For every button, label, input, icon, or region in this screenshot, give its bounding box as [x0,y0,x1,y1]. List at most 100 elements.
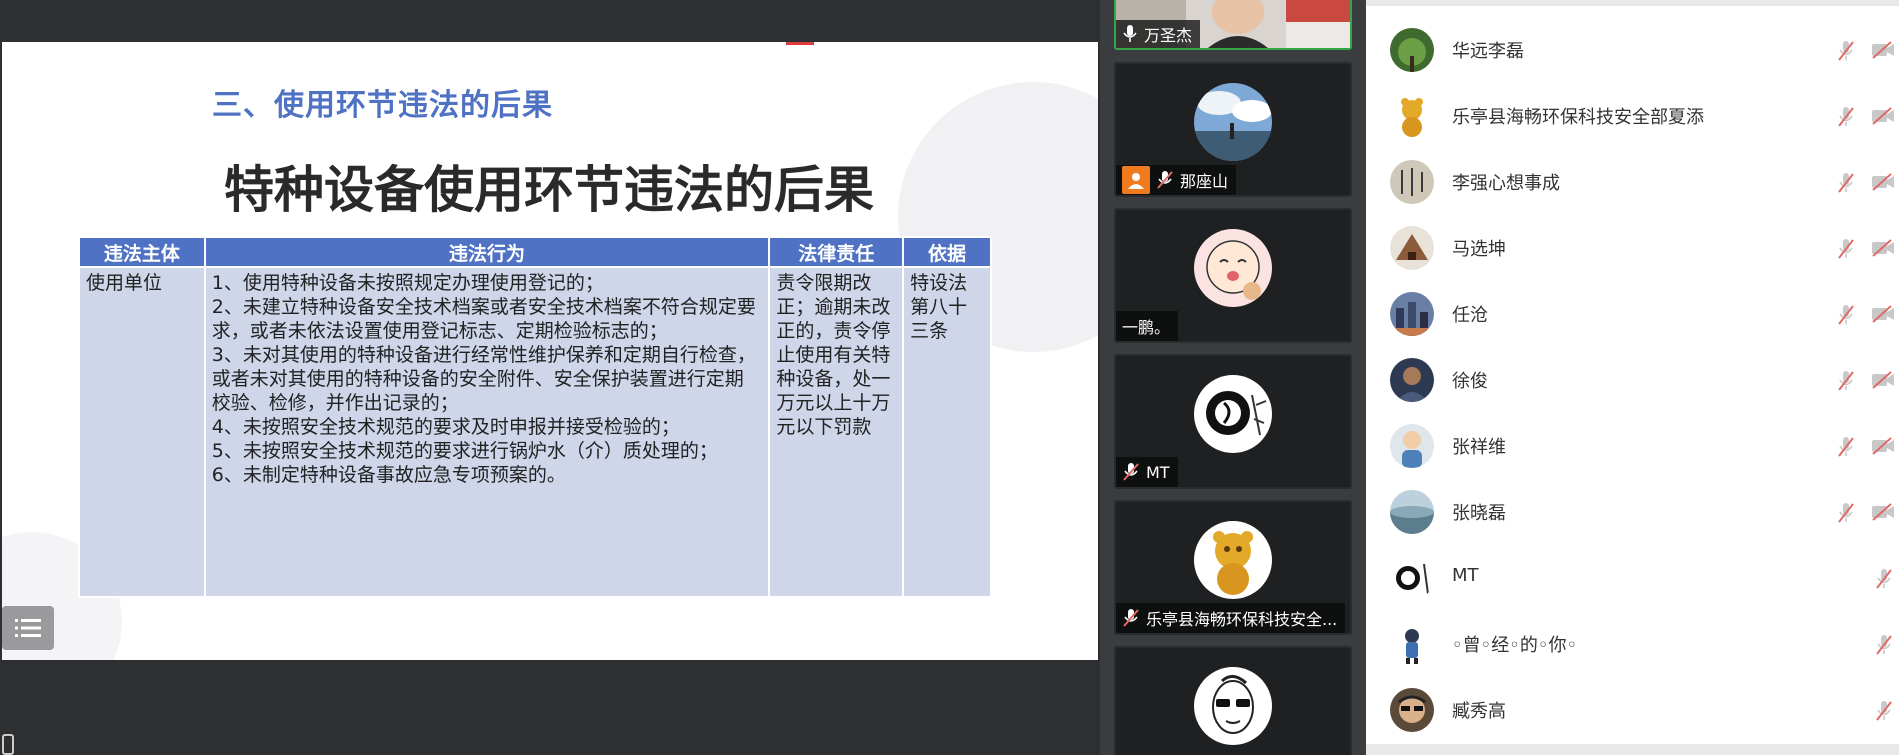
mic-muted-icon[interactable] [1874,699,1894,723]
camera-off-icon[interactable] [1871,437,1895,455]
participant-row[interactable]: 徐俊 [1366,347,1899,413]
slide-title: 特种设备使用环节违法的后果 [2,150,1098,222]
violation-table: 违法主体 违法行为 法律责任 依据 使用单位 1、使用特种设备未按照规定办理使用… [78,236,992,598]
camera-off-icon[interactable] [1871,107,1895,125]
behavior-item: 4、未按照安全技术规范的要求及时申报并接受检验的； [211,416,680,438]
behavior-item: 5、未按照安全技术规范的要求进行锅炉水（介）质处理的； [211,440,718,462]
behavior-item: 1、使用特种设备未按照规定办理使用登记的； [211,272,604,294]
participant-row[interactable]: 李强心想事成 [1366,149,1899,215]
mic-muted-icon[interactable] [1874,567,1894,591]
video-name-tag: 万圣杰 [1116,20,1201,48]
list-top-edge [1366,0,1899,6]
slide-decoration-bar [786,42,814,45]
participant-name: 徐俊 [1452,371,1488,392]
cell-liability: 责令限期改正；逾期未改正的，责令停止使用有关特种设备，处一万元以上十万元以下罚款 [768,266,905,598]
header-behavior: 违法行为 [203,236,771,268]
video-name: 乐亭县海畅环保科技安全... [1146,610,1338,629]
participant-list: 华远李磊 乐亭县海畅环保科技安全部夏添 李强心想事成 马选坤 任沧 徐俊 张祥维… [1366,0,1899,755]
mic-muted-icon [1123,463,1139,481]
avatar [1390,622,1434,666]
camera-off-icon[interactable] [1871,503,1895,521]
person-icon [1122,166,1150,194]
mic-muted-icon[interactable] [1874,633,1894,657]
participant-row[interactable]: 马选坤 [1366,215,1899,281]
mic-muted-icon[interactable] [1836,105,1856,129]
screen-share-area: 三、使用环节违法的后果 特种设备使用环节违法的后果 违法主体 违法行为 法律责任… [0,0,1100,755]
participant-name: 臧秀高 [1452,701,1506,722]
mic-muted-icon[interactable] [1836,369,1856,393]
video-name-tag: 一鹏。 [1116,311,1179,341]
table-header-row: 违法主体 违法行为 法律责任 依据 [78,236,992,268]
mic-muted-icon[interactable] [1836,39,1856,63]
header-basis: 依据 [902,236,992,268]
video-name: MT [1146,462,1170,482]
avatar [1194,667,1272,745]
avatar [1390,358,1434,402]
participant-name: ◦曾◦经◦的◦你◦ [1452,635,1578,656]
scroll-handle[interactable] [2,734,14,755]
video-tile[interactable]: MT [1114,354,1352,489]
participant-name: 张晓磊 [1452,503,1506,524]
video-tile-column: 万圣杰 那座山 一鹏。 MT 乐亭县海畅环保科技安全... [1100,0,1366,755]
behavior-item: 6、未制定特种设备事故应急专项预案的。 [211,464,566,486]
avatar [1390,556,1434,600]
video-name-tag: 那座山 [1116,165,1237,195]
avatar [1390,226,1434,270]
mic-muted-icon [1157,171,1173,189]
camera-off-icon[interactable] [1871,41,1895,59]
participant-name: 张祥维 [1452,437,1506,458]
cell-subject: 使用单位 [78,266,206,598]
participant-row[interactable]: MT [1366,545,1899,611]
behavior-item: 3、未对其使用的特种设备进行经常性维护保养和定期自行检查，或者未对其使用的特种设… [211,344,756,414]
header-liability: 法律责任 [768,236,905,268]
video-name-tag: MT [1116,457,1178,487]
avatar [1194,375,1272,453]
section-title: 三、使用环节违法的后果 [212,88,553,123]
avatar [1390,490,1434,534]
mic-icon [1123,25,1137,42]
participant-row[interactable]: 张祥维 [1366,413,1899,479]
camera-off-icon[interactable] [1871,239,1895,257]
video-tile[interactable]: 那座山 [1114,62,1352,197]
participant-row[interactable]: 任沧 [1366,281,1899,347]
participant-row[interactable]: 臧秀高 [1366,677,1899,743]
camera-off-icon[interactable] [1871,371,1895,389]
mic-muted-icon[interactable] [1836,435,1856,459]
list-icon [15,619,41,637]
video-tile[interactable]: 乐亭县海畅环保科技安全... [1114,500,1352,635]
slide-title-text: 特种设备使用环节违法的后果 [224,161,874,219]
camera-off-icon[interactable] [1871,305,1895,323]
participant-name: 马选坤 [1452,239,1506,260]
list-bottom-edge [1366,744,1899,755]
camera-off-icon[interactable] [1871,173,1895,191]
header-subject: 违法主体 [78,236,206,268]
avatar [1390,424,1434,468]
mic-muted-icon[interactable] [1836,501,1856,525]
participant-name: 华远李磊 [1452,41,1524,62]
video-name: 万圣杰 [1144,26,1193,45]
avatar [1194,521,1272,599]
participant-name: MT [1452,565,1479,586]
avatar [1390,688,1434,732]
mic-muted-icon[interactable] [1836,237,1856,261]
avatar [1390,94,1434,138]
mic-muted-icon [1123,609,1139,627]
video-name: 那座山 [1180,172,1229,191]
slide-list-button[interactable] [2,606,54,650]
meeting-window: 三、使用环节违法的后果 特种设备使用环节违法的后果 违法主体 违法行为 法律责任… [0,0,1899,755]
video-tile[interactable]: 一鹏。 [1114,208,1352,343]
participant-row[interactable]: ◦曾◦经◦的◦你◦ [1366,611,1899,677]
participant-row[interactable]: 张晓磊 [1366,479,1899,545]
participant-row[interactable]: 华远李磊 [1366,17,1899,83]
mic-muted-icon[interactable] [1836,303,1856,327]
video-tile[interactable] [1114,646,1352,755]
cell-basis: 特设法第八十三条 [902,266,992,598]
mic-muted-icon[interactable] [1836,171,1856,195]
presentation-slide: 三、使用环节违法的后果 特种设备使用环节违法的后果 违法主体 违法行为 法律责任… [2,42,1098,660]
participant-name: 任沧 [1452,305,1488,326]
participant-row[interactable]: 乐亭县海畅环保科技安全部夏添 [1366,83,1899,149]
avatar [1194,229,1272,307]
video-tile[interactable]: 万圣杰 [1114,0,1352,50]
table-row: 使用单位 1、使用特种设备未按照规定办理使用登记的； 2、未建立特种设备安全技术… [78,266,992,598]
avatar [1390,28,1434,72]
